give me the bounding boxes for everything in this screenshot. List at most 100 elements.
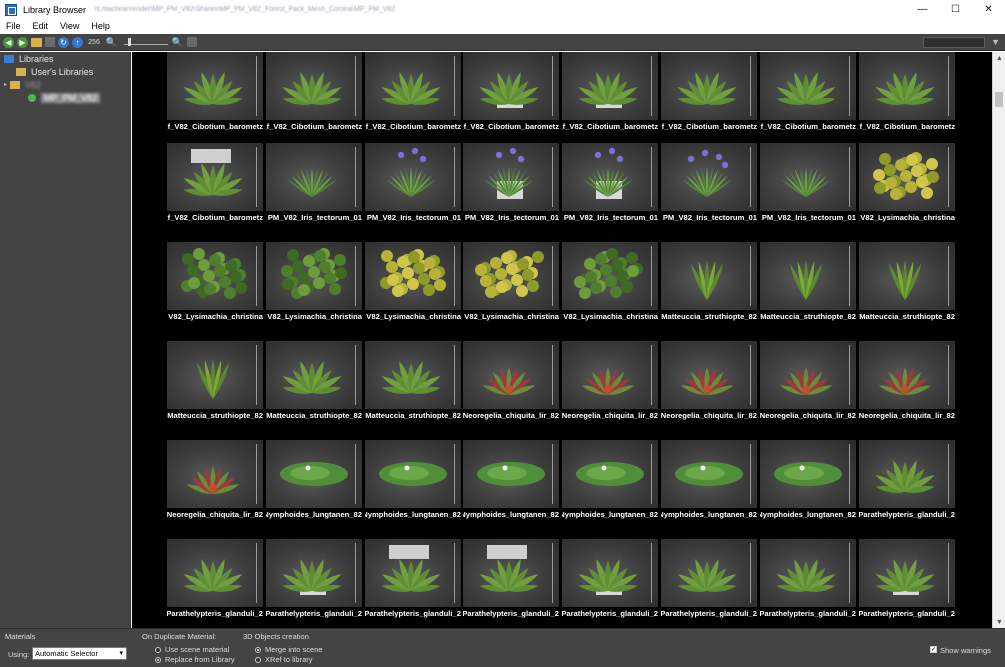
zoom-slider-thumb[interactable] <box>128 38 131 46</box>
asset-thumbnail[interactable]: f_V82_Cibotium_barometz_ <box>167 143 263 233</box>
asset-thumbnail[interactable]: 82_Neoregelia_chiquita_lir <box>859 341 955 431</box>
asset-preview-image[interactable] <box>365 143 461 211</box>
menu-file[interactable]: File <box>0 21 27 31</box>
asset-preview-image[interactable] <box>760 539 856 607</box>
up-icon[interactable]: ↑ <box>72 36 83 48</box>
tree-item-v82[interactable]: ▸ V82 <box>0 78 130 91</box>
asset-preview-image[interactable] <box>661 143 757 211</box>
asset-thumbnail[interactable]: 2_Parathelypteris_glanduli <box>859 440 955 530</box>
asset-preview-image[interactable] <box>562 242 658 310</box>
zoom-in-icon[interactable]: 🔍 <box>171 36 184 48</box>
asset-thumbnail[interactable]: 82_Neoregelia_chiquita_lir <box>760 341 856 431</box>
maximize-button[interactable]: ☐ <box>939 0 972 19</box>
scrollbar-thumb[interactable] <box>995 92 1003 107</box>
use-scene-material-label[interactable]: Use scene material <box>165 645 229 654</box>
asset-preview-image[interactable] <box>562 143 658 211</box>
asset-thumbnail[interactable]: 82_Nymphoides_lungtanen <box>365 440 461 530</box>
asset-preview-image[interactable] <box>266 341 362 409</box>
asset-preview-image[interactable] <box>859 52 955 120</box>
asset-preview-image[interactable] <box>167 539 263 607</box>
asset-thumbnail[interactable]: 82_Matteuccia_struthiopte <box>760 242 856 332</box>
asset-preview-image[interactable] <box>859 341 955 409</box>
asset-thumbnail[interactable]: 2_Parathelypteris_glanduli <box>463 539 559 628</box>
asset-thumbnail[interactable]: 2_Parathelypteris_glanduli <box>167 539 263 628</box>
scroll-down-icon[interactable]: ▼ <box>993 616 1005 628</box>
asset-preview-image[interactable] <box>463 440 559 508</box>
asset-thumbnail[interactable]: f_V82_Cibotium_barometz_ <box>760 52 856 142</box>
asset-thumbnail[interactable]: V82_Lysimachia_christina <box>365 242 461 332</box>
filter-icon[interactable]: ▼ <box>991 37 1000 47</box>
asset-thumbnail[interactable]: f_V82_Cibotium_barometz_ <box>266 52 362 142</box>
asset-preview-image[interactable] <box>661 242 757 310</box>
asset-thumbnail[interactable]: 82_Matteuccia_struthiopte <box>661 242 757 332</box>
asset-preview-image[interactable] <box>562 341 658 409</box>
stop-icon[interactable] <box>45 37 55 47</box>
merge-into-scene-radio[interactable] <box>255 647 261 653</box>
asset-preview-image[interactable] <box>661 539 757 607</box>
asset-thumbnail[interactable]: PM_V82_Lysimachia_christina <box>859 143 955 233</box>
asset-thumbnail[interactable]: f_V82_Cibotium_barometz_ <box>167 52 263 142</box>
asset-preview-image[interactable] <box>661 440 757 508</box>
asset-preview-image[interactable] <box>562 539 658 607</box>
close-button[interactable]: ✕ <box>972 0 1005 19</box>
menu-help[interactable]: Help <box>85 21 116 31</box>
tree-item-mp-pm-v82[interactable]: MP_PM_V82 <box>0 91 130 104</box>
refresh-icon[interactable]: ↻ <box>58 36 69 48</box>
use-scene-material-radio[interactable] <box>155 647 161 653</box>
asset-thumbnail[interactable]: 82_Nymphoides_lungtanen <box>463 440 559 530</box>
asset-thumbnail[interactable]: 82_Matteuccia_struthiopte <box>266 341 362 431</box>
search-input[interactable] <box>923 37 985 48</box>
asset-preview-image[interactable] <box>562 440 658 508</box>
asset-preview-image[interactable] <box>859 539 955 607</box>
asset-preview-image[interactable] <box>167 143 263 211</box>
asset-preview-image[interactable] <box>760 143 856 211</box>
xref-to-library-label[interactable]: XRef to library <box>265 655 313 664</box>
asset-thumbnail[interactable]: 82_Nymphoides_lungtanen <box>562 440 658 530</box>
asset-thumbnail[interactable]: f_V82_Cibotium_barometz_ <box>859 52 955 142</box>
asset-thumbnail[interactable]: V82_Lysimachia_christina <box>167 242 263 332</box>
asset-thumbnail[interactable]: f_V82_Cibotium_barometz_ <box>365 52 461 142</box>
minimize-button[interactable]: — <box>906 0 939 19</box>
asset-thumbnail[interactable]: PM_V82_Iris_tectorum_01 <box>760 143 856 233</box>
xref-to-library-radio[interactable] <box>255 657 261 663</box>
asset-preview-image[interactable] <box>266 440 362 508</box>
asset-preview-image[interactable] <box>463 539 559 607</box>
asset-thumbnail[interactable]: PM_V82_Iris_tectorum_01 <box>266 143 362 233</box>
tree-item-libraries[interactable]: Libraries <box>0 52 130 65</box>
asset-thumbnail[interactable]: f_V82_Cibotium_barometz_ <box>661 52 757 142</box>
asset-thumbnail[interactable]: PM_V82_Iris_tectorum_01 <box>661 143 757 233</box>
expand-icon[interactable]: ▸ <box>4 81 7 88</box>
asset-preview-image[interactable] <box>167 52 263 120</box>
merge-into-scene-label[interactable]: Merge into scene <box>265 645 323 654</box>
asset-preview-image[interactable] <box>562 52 658 120</box>
asset-thumbnail[interactable]: 2_Parathelypteris_glanduli <box>365 539 461 628</box>
asset-thumbnail[interactable]: 82_Matteuccia_struthiopte <box>365 341 461 431</box>
asset-preview-image[interactable] <box>859 242 955 310</box>
asset-preview-image[interactable] <box>365 52 461 120</box>
asset-preview-image[interactable] <box>266 52 362 120</box>
asset-thumbnail[interactable]: 82_Matteuccia_struthiopte <box>859 242 955 332</box>
asset-thumbnail[interactable]: 82_Matteuccia_struthiopte <box>167 341 263 431</box>
asset-preview-image[interactable] <box>365 341 461 409</box>
asset-thumbnail[interactable]: 82_Neoregelia_chiquita_lir <box>463 341 559 431</box>
asset-thumbnail[interactable]: PM_V82_Iris_tectorum_01 <box>365 143 461 233</box>
asset-thumbnail[interactable]: 2_Parathelypteris_glanduli <box>760 539 856 628</box>
asset-preview-image[interactable] <box>760 52 856 120</box>
asset-preview-image[interactable] <box>365 539 461 607</box>
asset-preview-image[interactable] <box>365 440 461 508</box>
asset-thumbnail[interactable]: 2_Parathelypteris_glanduli <box>661 539 757 628</box>
menu-edit[interactable]: Edit <box>27 21 55 31</box>
scroll-up-icon[interactable]: ▲ <box>993 52 1005 64</box>
forward-icon[interactable]: ▶ <box>17 36 28 48</box>
asset-preview-image[interactable] <box>365 242 461 310</box>
asset-preview-image[interactable] <box>463 341 559 409</box>
open-folder-icon[interactable] <box>31 37 42 47</box>
asset-thumbnail[interactable]: 82_Neoregelia_chiquita_lir <box>167 440 263 530</box>
asset-preview-image[interactable] <box>463 242 559 310</box>
asset-preview-image[interactable] <box>760 242 856 310</box>
tree-item-user-libraries[interactable]: User's Libraries <box>0 65 130 78</box>
asset-thumbnail[interactable]: V82_Lysimachia_christina <box>463 242 559 332</box>
material-selector-dropdown[interactable]: Automatic Selector ▾ <box>32 647 127 660</box>
asset-preview-image[interactable] <box>266 143 362 211</box>
show-warnings-label[interactable]: Show warnings <box>940 646 991 655</box>
